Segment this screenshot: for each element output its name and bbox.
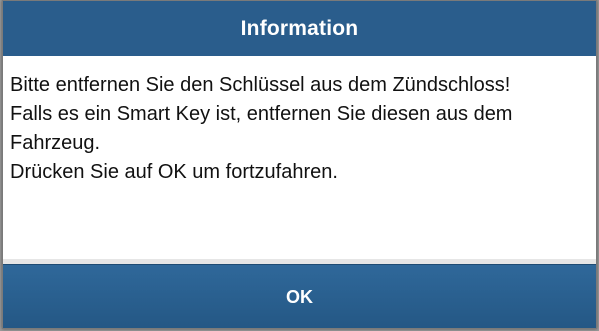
message-line: Drücken Sie auf OK um fortzufahren. <box>10 161 338 183</box>
message-line: Bitte entfernen Sie den Schlüssel aus de… <box>10 74 511 96</box>
ok-button-label: OK <box>286 287 313 307</box>
message-line: Fahrzeug. <box>10 132 101 154</box>
information-dialog: Information Bitte entfernen Sie den Schl… <box>2 0 597 329</box>
dialog-title-bar: Information <box>3 1 596 56</box>
ok-button[interactable]: OK <box>3 264 596 328</box>
message-line: Falls es ein Smart Key ist, entfernen Si… <box>10 103 513 125</box>
dialog-message: Bitte entfernen Sie den Schlüssel aus de… <box>10 71 592 187</box>
dialog-title: Information <box>240 16 359 40</box>
